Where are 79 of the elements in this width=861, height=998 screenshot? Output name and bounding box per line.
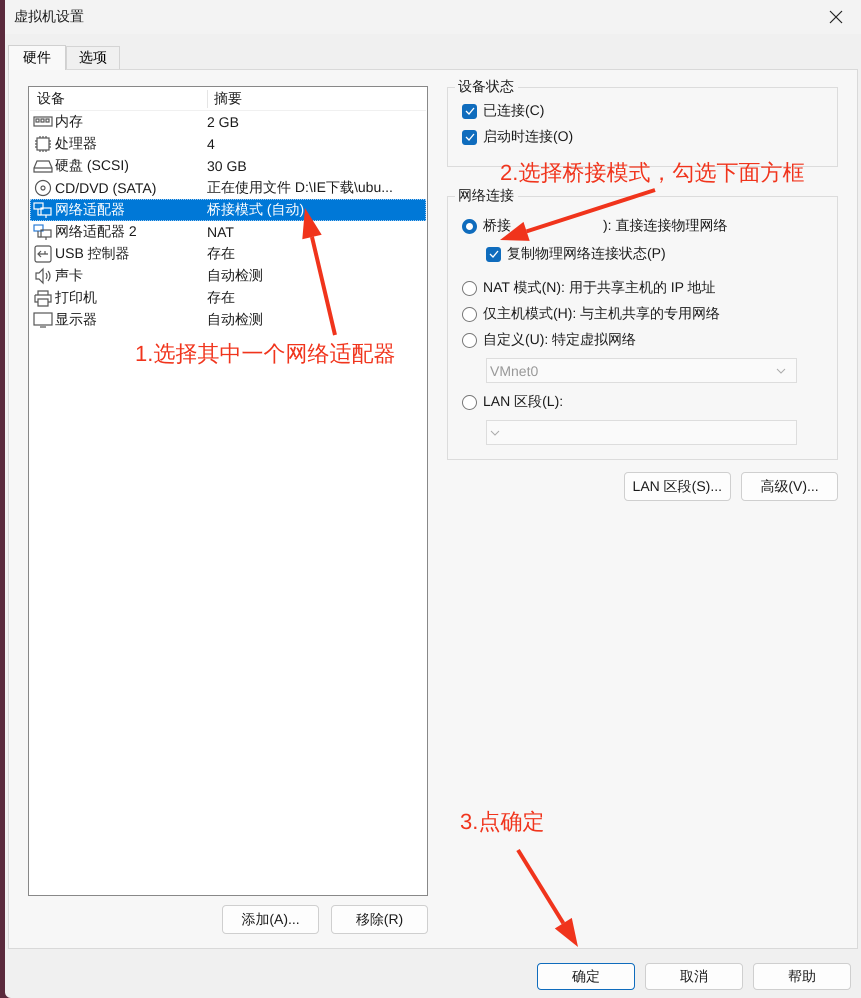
radio-label: 自定义(U): 特定虚拟网络 xyxy=(483,331,636,349)
device-name: 内存 xyxy=(55,113,84,131)
window-title: 虚拟机设置 xyxy=(14,8,84,26)
close-icon[interactable] xyxy=(829,10,843,24)
dialog-button[interactable]: 确定 xyxy=(537,963,635,990)
checkbox[interactable] xyxy=(462,130,477,144)
annotation-text: 3.点确定 xyxy=(460,810,544,834)
device-name: 打印机 xyxy=(55,289,98,307)
device-name: 显示器 xyxy=(55,311,98,329)
speaker-icon xyxy=(33,267,53,285)
device-summary: 2 GB xyxy=(207,114,239,130)
list-button[interactable]: 添加(A)... xyxy=(222,905,319,934)
device-summary: 存在 xyxy=(207,289,235,307)
checkbox[interactable] xyxy=(462,104,477,118)
radio-button[interactable] xyxy=(462,280,477,296)
device-name: 硬盘 (SCSI) xyxy=(55,157,130,175)
radio-button[interactable] xyxy=(462,218,477,234)
checkbox-label: 复制物理网络连接状态(P) xyxy=(507,245,666,263)
device-summary: 自动检测 xyxy=(207,267,263,285)
radio-label: 仅主机模式(H): 与主机共享的专用网络 xyxy=(483,305,720,323)
device-summary: 桥接模式 (自动) xyxy=(207,201,304,219)
chevron-icon xyxy=(490,430,500,436)
monitors-icon xyxy=(33,223,53,241)
radio-label: ): 直接连接物理网络 xyxy=(603,217,728,235)
device-row[interactable]: CD/DVD (SATA) 正在使用文件 D:\IE下载\ubu... xyxy=(30,177,426,199)
check-icon xyxy=(464,133,474,141)
device-row[interactable]: 内存 2 GB xyxy=(30,111,426,133)
device-name: 声卡 xyxy=(55,267,84,285)
dialog-button[interactable]: 帮助 xyxy=(753,963,851,990)
device-summary: 4 xyxy=(207,136,215,152)
device-row[interactable]: 处理器 4 xyxy=(30,133,426,155)
check-icon xyxy=(488,250,498,258)
settings-button[interactable]: 高级(V)... xyxy=(741,472,838,501)
device-summary: 30 GB xyxy=(207,158,247,174)
annotation-text: 1.选择其中一个网络适配器 xyxy=(135,342,396,366)
column-header[interactable]: 摘要 xyxy=(208,90,242,108)
device-name: 网络适配器 xyxy=(55,201,126,219)
monitors-icon xyxy=(33,201,53,219)
dropdown-value: VMnet0 xyxy=(490,362,538,378)
radio-label: NAT 模式(N): 用于共享主机的 IP 地址 xyxy=(483,279,716,297)
device-summary: 正在使用文件 D:\IE下载\ubu... xyxy=(207,179,393,197)
radio-label: LAN 区段(L): xyxy=(483,393,564,411)
device-row[interactable]: USB 控制器 存在 xyxy=(30,243,426,265)
annotation-text: 2.选择桥接模式，勾选下面方框 xyxy=(500,161,804,186)
printer-icon xyxy=(33,289,53,307)
device-row[interactable]: 网络适配器 2 NAT xyxy=(30,221,426,243)
list-button[interactable]: 移除(R) xyxy=(331,905,428,934)
device-row[interactable]: 打印机 存在 xyxy=(30,287,426,309)
radio-label: 桥接 xyxy=(483,217,511,235)
chevron-icon xyxy=(776,368,786,374)
device-row[interactable]: 显示器 自动检测 xyxy=(30,309,426,331)
device-summary: 自动检测 xyxy=(207,311,263,329)
column-header[interactable]: 设备 xyxy=(30,90,208,108)
device-name: 网络适配器 2 xyxy=(55,223,138,241)
device-row[interactable]: 硬盘 (SCSI) 30 GB xyxy=(30,155,426,177)
device-summary: NAT xyxy=(207,224,234,240)
radio-button[interactable] xyxy=(462,394,477,410)
group-title: 设备状态 xyxy=(457,78,515,96)
device-row[interactable]: 声卡 自动检测 xyxy=(30,265,426,287)
device-summary: 存在 xyxy=(207,245,235,263)
device-name: 处理器 xyxy=(55,135,98,153)
tab[interactable]: 选项 xyxy=(66,46,120,69)
checkbox-label: 已连接(C) xyxy=(483,102,544,120)
tab[interactable]: 硬件 xyxy=(8,45,66,70)
device-row[interactable]: 网络适配器 桥接模式 (自动) xyxy=(30,199,426,221)
group-title: 网络连接 xyxy=(457,187,515,205)
radio-button[interactable] xyxy=(462,332,477,348)
monitor-icon xyxy=(33,311,53,329)
usb-icon xyxy=(33,245,53,263)
check-icon xyxy=(464,107,474,115)
radio-button[interactable] xyxy=(462,306,477,322)
checkbox-label: 启动时连接(O) xyxy=(483,128,574,146)
disc-icon xyxy=(33,179,53,197)
device-name: CD/DVD (SATA) xyxy=(55,180,158,196)
device-name: USB 控制器 xyxy=(55,245,131,263)
settings-button[interactable]: LAN 区段(S)... xyxy=(624,472,731,501)
checkbox[interactable] xyxy=(486,246,501,262)
dialog-button[interactable]: 取消 xyxy=(645,963,743,990)
chip-icon xyxy=(33,135,53,153)
